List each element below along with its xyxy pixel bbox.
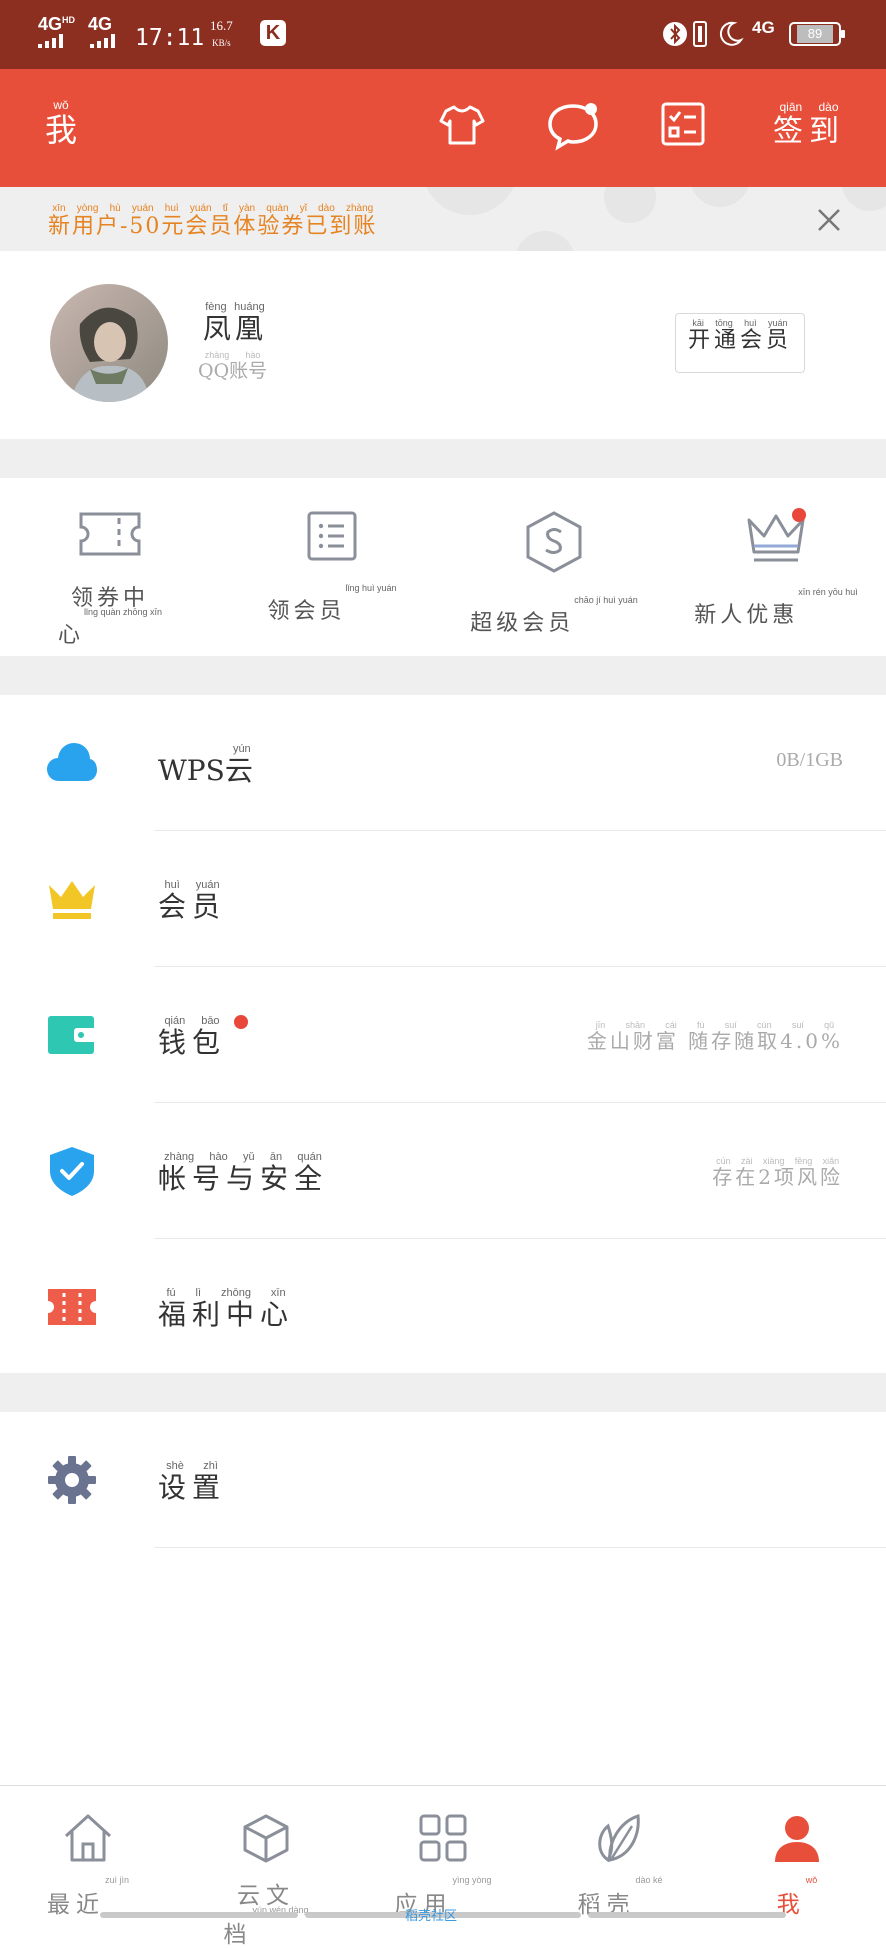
crown-icon [49, 881, 95, 919]
app-notification-icon: K [260, 20, 286, 46]
signal-bars-icon [90, 34, 115, 48]
page-title: 我wǒ [45, 98, 78, 149]
battery-icon: 89 [789, 22, 845, 46]
tab-recent[interactable]: 最近zuì jìn [18, 1812, 158, 1919]
quick-action-coupon-center[interactable]: 领券中心lǐng quàn zhōng xīn [20, 510, 200, 649]
top-app-bar: 我wǒ 签到qiān dào [0, 69, 886, 187]
home-icon [64, 1814, 112, 1862]
menu-item-membership[interactable]: 会员huì yuán [0, 831, 886, 967]
community-label: 稻壳社区 [405, 1908, 458, 1923]
menu-list: WPS云yún 0B/1GB 会员huì yuán 钱包qián bāo 金山财… [0, 695, 886, 1373]
tab-me[interactable]: 我wǒ [727, 1812, 867, 1919]
notification-dot [792, 508, 806, 522]
sign-in-button[interactable]: 签到qiān dào [773, 100, 845, 150]
signal-bars-icon [38, 34, 63, 48]
signal-4g-hd: 4GHD [38, 14, 76, 34]
menu-item-settings[interactable]: 设置shè zhì [0, 1412, 886, 1548]
section-divider [0, 439, 886, 478]
menu-item-wallet[interactable]: 钱包qián bāo 金山财富 随存随取4.0%jīn shān cái fù … [0, 967, 886, 1103]
security-risk-info: 存在2项风险cún zài xiàng fēng xiǎn [712, 1156, 843, 1189]
list-icon [307, 511, 357, 561]
section-divider [0, 656, 886, 695]
wallet-info: 金山财富 随存随取4.0%jīn shān cái fù suí cún suí… [586, 1020, 843, 1053]
leaf-icon [598, 1813, 640, 1863]
shirt-icon[interactable] [438, 101, 486, 149]
avatar-image [50, 284, 168, 402]
network-type: 4G [752, 18, 775, 37]
vibrate-icon [693, 21, 707, 47]
net-speed: 16.7 KB/s [210, 18, 233, 48]
chat-icon[interactable] [546, 101, 600, 151]
checklist-icon[interactable] [660, 101, 706, 147]
notification-dot [234, 1015, 248, 1029]
coupon-icon [48, 1289, 96, 1325]
quick-actions: 领券中心lǐng quàn zhōng xīn 领会员lǐng huì yuán… [0, 478, 886, 656]
cube-icon [243, 1814, 289, 1863]
gear-icon [48, 1456, 96, 1504]
person-icon [775, 1816, 819, 1862]
menu-item-wps-cloud[interactable]: WPS云yún 0B/1GB [0, 695, 886, 831]
super-vip-icon [526, 511, 582, 573]
quick-action-newbie-offer[interactable]: 新人优惠xīn rén yōu huì [686, 508, 866, 629]
open-vip-button[interactable]: 开通会员kāi tōng huì yuán [675, 313, 805, 373]
clock: 17:11 [135, 25, 205, 51]
scroll-indicator [100, 1912, 298, 1918]
cloud-icon [47, 743, 97, 781]
apps-grid-icon [419, 1814, 467, 1862]
bluetooth-icon [663, 22, 687, 46]
tab-cloud-docs[interactable]: 云文档yún wén dàng [196, 1812, 336, 1949]
settings-section: 设置shè zhì [0, 1412, 886, 1548]
user-name: 凤凰fèng huáng [203, 301, 268, 345]
account-type: QQ账号zhàng hào [198, 350, 268, 382]
quick-action-get-vip[interactable]: 领会员lǐng huì yuán [242, 510, 422, 625]
cloud-storage-usage: 0B/1GB [776, 749, 843, 771]
moon-icon [719, 21, 744, 46]
quick-action-super-vip[interactable]: 超级会员chāo jí huì yuán [464, 510, 644, 637]
signal-4g: 4G [88, 14, 113, 34]
wallet-icon [48, 1016, 96, 1054]
close-icon[interactable] [816, 207, 842, 233]
bottom-nav: 最近zuì jìn 云文档yún wén dàng 应用yìng yòng 稻壳… [0, 1785, 886, 1948]
menu-item-welfare-center[interactable]: 福利中心fú lì zhōng xīn [0, 1239, 886, 1375]
menu-item-account-security[interactable]: 帐号与安全zhàng hào yǔ ān quán 存在2项风险cún zài … [0, 1103, 886, 1239]
promo-text: 新用户-50元会员体验券已到账xīn yòng hù yuán huì yuán… [48, 203, 378, 239]
avatar[interactable] [50, 284, 168, 402]
shield-icon [50, 1147, 94, 1196]
scroll-indicator [588, 1912, 786, 1918]
tab-apps[interactable]: 应用yìng yòng [373, 1812, 513, 1919]
profile-card[interactable]: 凤凰fèng huáng QQ账号zhàng hào 开通会员kāi tōng … [0, 251, 886, 439]
status-bar: 4GHD 4G 17:11 16.7 KB/s K 4G 89 [0, 0, 886, 69]
tab-docer[interactable]: 稻壳dào ké [550, 1812, 690, 1919]
section-divider [0, 1373, 886, 1412]
promo-banner[interactable]: 新用户-50元会员体验券已到账xīn yòng hù yuán huì yuán… [0, 187, 886, 251]
divider [154, 1547, 886, 1548]
ticket-icon [79, 512, 141, 556]
